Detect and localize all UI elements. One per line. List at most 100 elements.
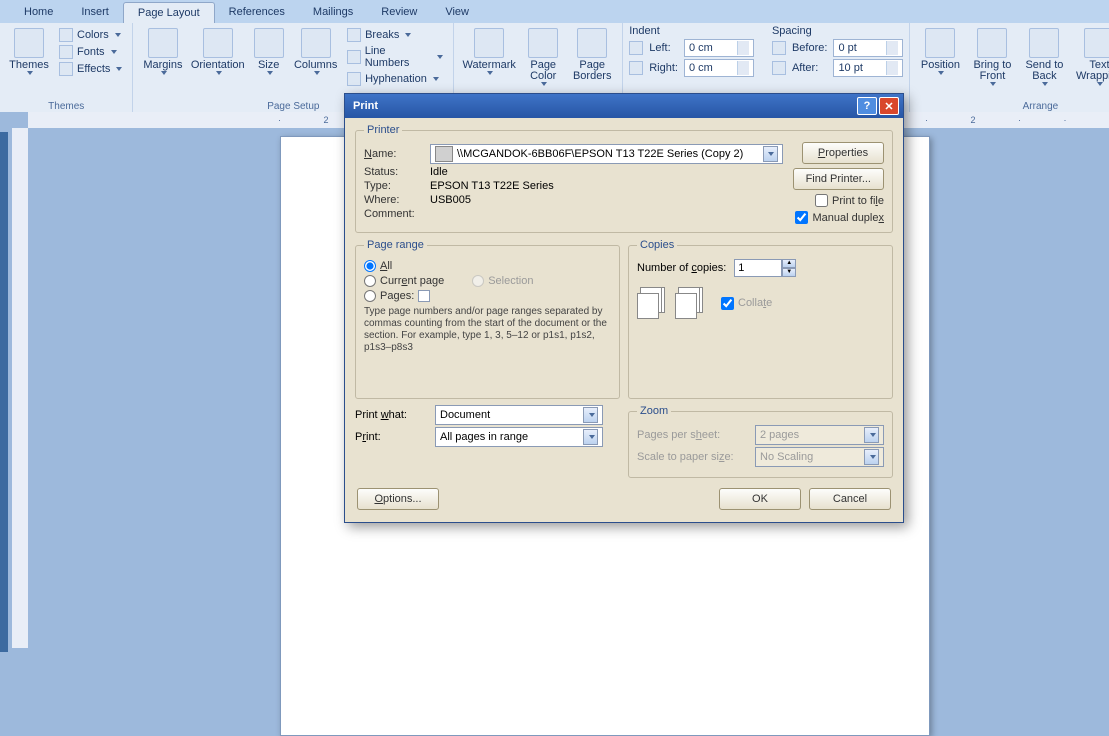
indent-left-icon (629, 41, 643, 55)
page-borders-button[interactable]: Page Borders (568, 25, 616, 82)
fonts-label: Fonts (77, 46, 105, 58)
text-wrapping-button[interactable]: Text Wrapping (1071, 25, 1109, 86)
tab-mailings[interactable]: Mailings (299, 2, 367, 23)
spacing-after-input[interactable]: 10 pt (833, 59, 903, 77)
help-button[interactable]: ? (857, 97, 877, 115)
chevron-down-icon (216, 71, 222, 75)
text-wrap-label: Text Wrapping (1071, 60, 1109, 82)
tab-references[interactable]: References (215, 2, 299, 23)
indent-left-input[interactable]: 0 cm (684, 39, 754, 57)
columns-label: Columns (294, 60, 337, 71)
properties-button[interactable]: Properties (802, 142, 884, 164)
bring-front-label: Bring to Front (967, 60, 1017, 82)
pages-per-sheet-value: 2 pages (760, 429, 799, 441)
breaks-button[interactable]: Breaks (343, 27, 447, 43)
chevron-down-icon (116, 67, 122, 71)
send-to-back-button[interactable]: Send to Back (1020, 25, 1068, 86)
dialog-titlebar[interactable]: Print ? ✕ (345, 94, 903, 118)
chevron-down-icon (314, 71, 320, 75)
fonts-icon (59, 45, 73, 59)
dialog-title: Print (353, 100, 378, 112)
watermark-button[interactable]: Watermark (460, 25, 518, 75)
size-label: Size (258, 60, 279, 71)
scale-combo[interactable]: No Scaling (755, 447, 884, 467)
printer-name-value: \\MCGANDOK-6BB06F\EPSON T13 T22E Series … (457, 148, 743, 160)
radio-current-page[interactable]: Current page (364, 275, 444, 287)
spinner-icon[interactable] (886, 41, 898, 55)
watermark-label: Watermark (463, 60, 516, 71)
line-numbers-button[interactable]: Line Numbers (343, 44, 447, 70)
themes-icon (14, 28, 44, 58)
pages-input[interactable] (418, 290, 430, 302)
radio-pages[interactable]: Pages: (364, 290, 611, 302)
tab-home[interactable]: Home (10, 2, 67, 23)
fonts-button[interactable]: Fonts (55, 44, 126, 60)
size-button[interactable]: Size (249, 25, 288, 75)
position-icon (925, 28, 955, 58)
num-copies-spinner[interactable]: ▲▼ (734, 259, 796, 277)
tab-view[interactable]: View (431, 2, 483, 23)
radio-all[interactable]: All (364, 260, 611, 272)
page-color-icon (528, 28, 558, 58)
hyphenation-icon (347, 72, 361, 86)
chevron-down-icon[interactable] (583, 429, 598, 445)
spacing-before-input[interactable]: 0 pt (833, 39, 903, 57)
page-color-label: Page Color (521, 60, 565, 82)
spinner-icon[interactable] (737, 41, 749, 55)
page-color-button[interactable]: Page Color (521, 25, 565, 86)
colors-button[interactable]: Colors (55, 27, 126, 43)
themes-button[interactable]: Themes (6, 25, 52, 75)
chevron-down-icon[interactable] (583, 407, 598, 423)
vertical-ruler (12, 128, 28, 648)
vertical-scroll-edge[interactable] (0, 132, 8, 652)
chevron-down-icon[interactable] (864, 449, 879, 465)
pages-per-sheet-combo[interactable]: 2 pages (755, 425, 884, 445)
chevron-down-icon (115, 33, 121, 37)
tab-review[interactable]: Review (367, 2, 431, 23)
print-combo[interactable]: All pages in range (435, 427, 603, 447)
colors-icon (59, 28, 73, 42)
print-what-combo[interactable]: Document (435, 405, 603, 425)
print-label: Print: (355, 431, 427, 443)
chevron-down-icon[interactable] (763, 146, 778, 162)
page-range-note: Type page numbers and/or page ranges sep… (364, 306, 611, 354)
indent-right-icon (629, 61, 643, 75)
printer-legend: Printer (364, 124, 402, 136)
spinner-icon[interactable] (737, 61, 749, 75)
chevron-down-icon[interactable] (864, 427, 879, 443)
ok-button[interactable]: OK (719, 488, 801, 510)
breaks-label: Breaks (365, 29, 399, 41)
colors-label: Colors (77, 29, 109, 41)
bring-to-front-button[interactable]: Bring to Front (967, 25, 1017, 86)
scale-value: No Scaling (760, 451, 813, 463)
zoom-legend: Zoom (637, 405, 671, 417)
spacing-heading: Spacing (772, 25, 903, 37)
tab-page-layout[interactable]: Page Layout (123, 2, 215, 23)
hyphenation-button[interactable]: Hyphenation (343, 71, 447, 87)
spinner-icon[interactable] (886, 61, 898, 75)
orientation-label: Orientation (191, 60, 245, 71)
close-button[interactable]: ✕ (879, 97, 899, 115)
printer-name-combo[interactable]: \\MCGANDOK-6BB06F\EPSON T13 T22E Series … (430, 144, 783, 164)
indent-left-label: Left: (649, 42, 678, 54)
spinner-buttons[interactable]: ▲▼ (782, 259, 796, 277)
ribbon-tabs: Home Insert Page Layout References Maili… (0, 0, 1109, 23)
chevron-down-icon (405, 33, 411, 37)
copies-fieldset: Copies Number of copies: ▲▼ Coll (628, 239, 893, 399)
margins-button[interactable]: Margins (139, 25, 186, 75)
columns-button[interactable]: Columns (291, 25, 340, 75)
printer-icon (435, 146, 453, 162)
tab-insert[interactable]: Insert (67, 2, 123, 23)
orientation-button[interactable]: Orientation (189, 25, 246, 75)
manual-duplex-checkbox[interactable]: Manual duplex (795, 211, 884, 224)
options-button[interactable]: Options... (357, 488, 439, 510)
send-back-label: Send to Back (1020, 60, 1068, 82)
collate-checkbox[interactable]: Collate (721, 297, 772, 310)
effects-button[interactable]: Effects (55, 61, 126, 77)
indent-right-input[interactable]: 0 cm (684, 59, 754, 77)
print-to-file-checkbox[interactable]: Print to file (815, 194, 884, 207)
cancel-button[interactable]: Cancel (809, 488, 891, 510)
num-copies-input[interactable] (734, 259, 782, 277)
find-printer-button[interactable]: Find Printer... (793, 168, 884, 190)
position-button[interactable]: Position (916, 25, 964, 75)
